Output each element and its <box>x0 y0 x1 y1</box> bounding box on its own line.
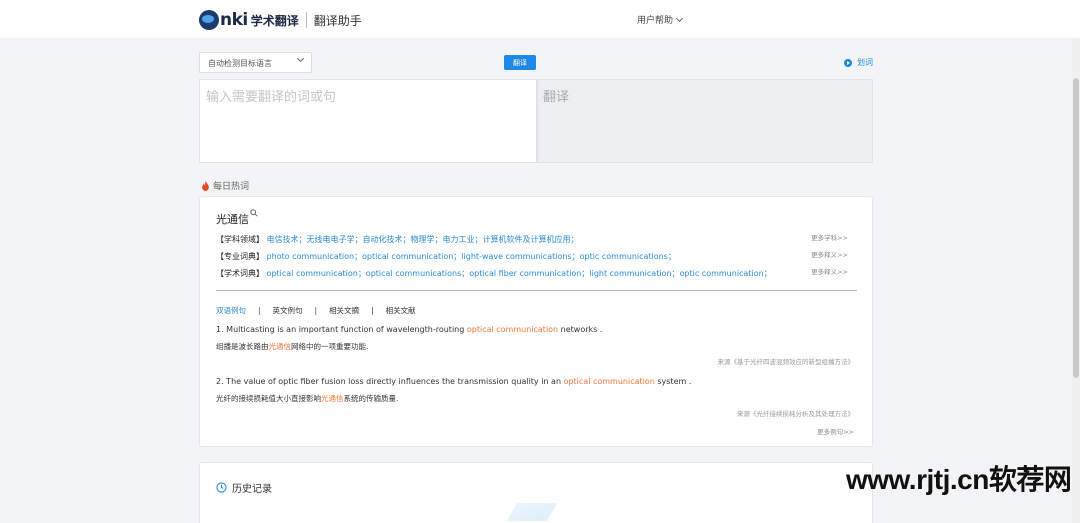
play-circle-icon <box>844 58 852 67</box>
top-header: nki 学术翻译 翻译助手 用户帮助 <box>0 0 1080 38</box>
decorative-stripe <box>506 503 558 521</box>
word-select-toggle[interactable]: 划词 <box>844 57 873 68</box>
history-panel: 历史记录 <box>199 462 873 523</box>
target-language-select[interactable]: 自动检测目标语言 <box>199 52 312 73</box>
academic-dict-row: 【学术词典】 optical communication；optical com… <box>216 268 772 279</box>
chevron-down-icon <box>675 14 684 22</box>
search-icon[interactable] <box>250 209 258 217</box>
source-text-input[interactable]: 输入需要翻译的词或句 <box>199 79 537 163</box>
hot-words-heading: 每日热词 <box>201 179 249 192</box>
example-source-link[interactable]: 来源《光纤接续损耗分析及其处理方法》 <box>737 408 854 418</box>
scrollbar-thumb[interactable] <box>1073 78 1079 378</box>
sentence-text: 组播是波长路由 <box>216 342 269 351</box>
cnki-logo[interactable]: nki 学术翻译 翻译助手 <box>199 9 362 31</box>
hot-word-card: 光通信 【学科领域】 电信技术；无线电电子学；自动化技术；物理学；电力工业；计算… <box>199 196 873 447</box>
history-title: 历史记录 <box>232 484 272 495</box>
example-chinese-sentence: 组播是波长路由光通信网络中的一项重要功能. <box>216 341 368 352</box>
user-help-menu[interactable]: 用户帮助 <box>637 13 684 26</box>
highlight-term: 光通信 <box>268 342 292 351</box>
more-examples-link[interactable]: 更多例句>> <box>817 426 854 436</box>
example-source-link[interactable]: 来源《基于光纤四波混频效应的新型组播方法》 <box>718 356 855 366</box>
professional-dict-row: 【专业词典】 photo communication；optical commu… <box>216 251 676 262</box>
sentence-text: 1. Multicasting is an important function… <box>216 325 467 334</box>
hot-words-title: 每日热词 <box>213 182 250 192</box>
flame-icon <box>202 180 209 191</box>
sentence-text: networks . <box>558 325 603 334</box>
sentence-text: 光纤的接续损耗值大小直接影响 <box>216 394 321 403</box>
highlight-term: optical communication <box>563 377 655 386</box>
row-tag: 【学科领域】 <box>216 235 264 244</box>
history-heading: 历史记录 <box>216 480 272 495</box>
row-values-link[interactable]: 电信技术；无线电电子学；自动化技术；物理学；电力工业；计算机软件及计算机应用； <box>267 235 579 244</box>
row-values-link[interactable]: optical communication；optical communicat… <box>267 269 772 278</box>
row-values-link[interactable]: photo communication；optical communicatio… <box>267 252 676 261</box>
example-chinese-sentence: 光纤的接续损耗值大小直接影响光通信系统的传输质量. <box>216 393 398 404</box>
logo-mark-text: nki <box>220 10 248 30</box>
user-help-label: 用户帮助 <box>637 16 674 26</box>
globe-icon <box>199 10 219 30</box>
more-subjects-link[interactable]: 更多学科>> <box>811 232 848 242</box>
example-english-sentence: 2. The value of optic fiber fusion loss … <box>216 377 691 386</box>
row-tag: 【专业词典】 <box>216 252 264 261</box>
sentence-text: 系统的传输质量. <box>343 394 399 403</box>
clock-icon <box>216 482 227 493</box>
target-language-value: 自动检测目标语言 <box>208 59 272 68</box>
tab-english-examples[interactable]: 英文例句 <box>273 305 303 316</box>
translation-output: 翻译 <box>537 79 873 163</box>
tab-separator: | <box>258 306 261 315</box>
more-definitions-link[interactable]: 更多释义>> <box>811 266 848 276</box>
output-placeholder: 翻译 <box>543 90 570 105</box>
section-divider <box>216 290 857 291</box>
sentence-text: 网络中的一项重要功能. <box>291 342 369 351</box>
tab-related-abstracts[interactable]: 相关文摘 <box>329 305 359 316</box>
site-watermark: www.rjtj.cn软荐网 <box>846 464 1072 495</box>
tab-separator: | <box>314 306 318 315</box>
tab-separator: | <box>371 306 374 315</box>
logo-separator <box>305 12 307 28</box>
sentence-text: 2. The value of optic fiber fusion loss … <box>216 377 564 386</box>
page-scrollbar[interactable] <box>1072 38 1080 523</box>
hot-word-term: 光通信 <box>216 213 249 226</box>
highlight-term: 光通信 <box>321 394 344 403</box>
logo-cn-text: 学术翻译 <box>250 13 299 28</box>
example-english-sentence: 1. Multicasting is an important function… <box>216 325 602 334</box>
subject-field-row: 【学科领域】 电信技术；无线电电子学；自动化技术；物理学；电力工业；计算机软件及… <box>216 234 579 245</box>
highlight-term: optical communication <box>466 325 559 334</box>
source-placeholder: 输入需要翻译的词或句 <box>206 90 337 105</box>
example-tabs: 双语例句 | 英文例句 | 相关文摘 | 相关文献 <box>216 305 416 316</box>
chevron-down-icon <box>296 54 305 63</box>
sentence-text: system . <box>654 377 692 386</box>
app-subtitle: 翻译助手 <box>313 13 362 28</box>
tab-related-literature[interactable]: 相关文献 <box>386 305 416 316</box>
translate-button[interactable]: 翻译 <box>504 55 536 70</box>
more-definitions-link[interactable]: 更多释义>> <box>811 249 848 259</box>
row-tag: 【学术词典】 <box>216 269 264 278</box>
tab-bilingual-examples[interactable]: 双语例句 <box>216 305 246 316</box>
word-select-label: 划词 <box>857 58 873 67</box>
